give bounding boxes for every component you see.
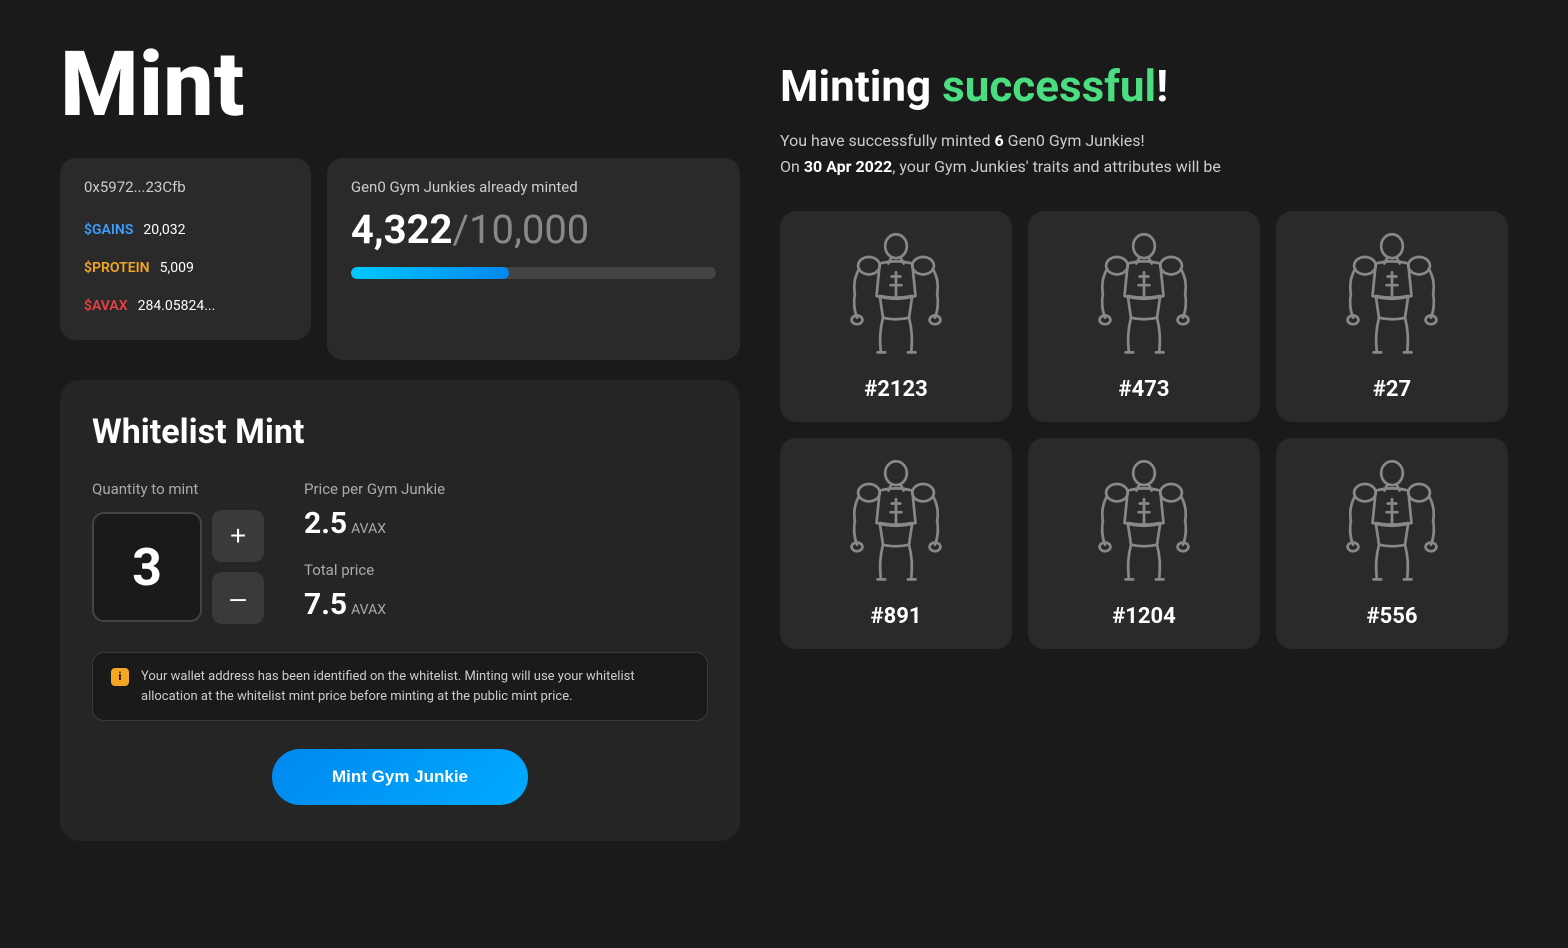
nft-number: #891: [871, 604, 922, 629]
nft-card: #473: [1028, 211, 1260, 422]
quantity-display: 3: [92, 512, 202, 622]
desc-line1-suffix: Gen0 Gym Junkies!: [1004, 131, 1145, 150]
nft-figure: [1332, 458, 1452, 588]
nft-number: #1204: [1112, 604, 1176, 629]
success-title-prefix: Minting: [780, 60, 942, 112]
desc-date: 30 Apr 2022: [804, 157, 892, 176]
mint-controls-row: Quantity to mint 3 + – Price per Gym Jun…: [92, 480, 708, 624]
nft-number: #27: [1373, 377, 1411, 402]
total-value: 7.5AVAX: [304, 587, 445, 622]
progress-bar-fill: [351, 267, 509, 279]
nft-number: #2123: [864, 377, 928, 402]
price-per-junkie-block: Price per Gym Junkie 2.5AVAX: [304, 480, 445, 541]
minted-current: 4,322: [351, 206, 453, 253]
notice-text: Your wallet address has been identified …: [141, 667, 689, 706]
nft-number: #473: [1119, 377, 1170, 402]
nft-card: #891: [780, 438, 1012, 649]
nft-card: #2123: [780, 211, 1012, 422]
quantity-decrease-button[interactable]: –: [212, 572, 264, 624]
mint-gym-junkie-button[interactable]: Mint Gym Junkie: [272, 749, 528, 805]
wallet-address: 0x5972...23Cfb: [84, 178, 287, 196]
page-title: Mint: [60, 40, 740, 130]
price-number: 2.5: [304, 506, 347, 541]
progress-bar-container: [351, 267, 716, 279]
total-unit: AVAX: [351, 602, 386, 618]
success-description: You have successfully minted 6 Gen0 Gym …: [780, 128, 1508, 179]
savax-label: $AVAX: [84, 298, 128, 314]
nft-card: #556: [1276, 438, 1508, 649]
savax-value: 284.05824...: [138, 298, 216, 314]
minted-label: Gen0 Gym Junkies already minted: [351, 178, 716, 196]
savax-row: $AVAX 284.05824...: [84, 298, 287, 314]
whitelist-mint-card: Whitelist Mint Quantity to mint 3 + –: [60, 380, 740, 841]
wallet-card: 0x5972...23Cfb $GAINS 20,032 $PROTEIN 5,…: [60, 158, 311, 340]
nft-figure: [1084, 231, 1204, 361]
protein-row: $PROTEIN 5,009: [84, 260, 287, 276]
desc-line2-prefix: On: [780, 157, 804, 176]
nft-card: #27: [1276, 211, 1508, 422]
quantity-increase-button[interactable]: +: [212, 510, 264, 562]
gains-value: 20,032: [143, 222, 185, 238]
price-section: Price per Gym Junkie 2.5AVAX Total price…: [304, 480, 445, 622]
nft-figure: [836, 231, 956, 361]
success-title-highlight: successful: [942, 60, 1156, 112]
whitelist-title: Whitelist Mint: [92, 412, 708, 452]
price-unit: AVAX: [351, 521, 386, 537]
protein-value: 5,009: [160, 260, 194, 276]
nft-figure: [1332, 231, 1452, 361]
quantity-controls: 3 + –: [92, 510, 264, 624]
nft-grid: #2123: [780, 211, 1508, 649]
success-title-suffix: !: [1156, 60, 1168, 112]
gains-label: $GAINS: [84, 222, 133, 238]
info-notice: i Your wallet address has been identifie…: [92, 652, 708, 721]
desc-line2-suffix: , your Gym Junkies' traits and attribute…: [892, 157, 1221, 176]
minted-total: 10,000: [469, 206, 589, 253]
minted-progress-card: Gen0 Gym Junkies already minted 4,322/10…: [327, 158, 740, 360]
quantity-label: Quantity to mint: [92, 480, 264, 498]
desc-quantity: 6: [995, 131, 1004, 150]
nft-number: #556: [1367, 604, 1418, 629]
total-label: Total price: [304, 561, 445, 579]
nft-figure: [836, 458, 956, 588]
minted-count: 4,322/10,000: [351, 206, 716, 253]
price-label: Price per Gym Junkie: [304, 480, 445, 498]
gains-row: $GAINS 20,032: [84, 222, 287, 238]
right-panel: Minting successful! You have successfull…: [780, 40, 1508, 841]
price-value: 2.5AVAX: [304, 506, 445, 541]
protein-label: $PROTEIN: [84, 260, 150, 276]
desc-line1-prefix: You have successfully minted: [780, 131, 995, 150]
quantity-section: Quantity to mint 3 + –: [92, 480, 264, 624]
left-panel: Mint 0x5972...23Cfb $GAINS 20,032 $PROTE…: [60, 40, 740, 841]
nft-card: #1204: [1028, 438, 1260, 649]
minted-separator: /: [453, 206, 470, 253]
total-number: 7.5: [304, 587, 347, 622]
total-price-block: Total price 7.5AVAX: [304, 561, 445, 622]
minting-success-title: Minting successful!: [780, 60, 1508, 112]
info-icon: i: [111, 668, 129, 686]
nft-figure: [1084, 458, 1204, 588]
qty-btn-group: + –: [212, 510, 264, 624]
